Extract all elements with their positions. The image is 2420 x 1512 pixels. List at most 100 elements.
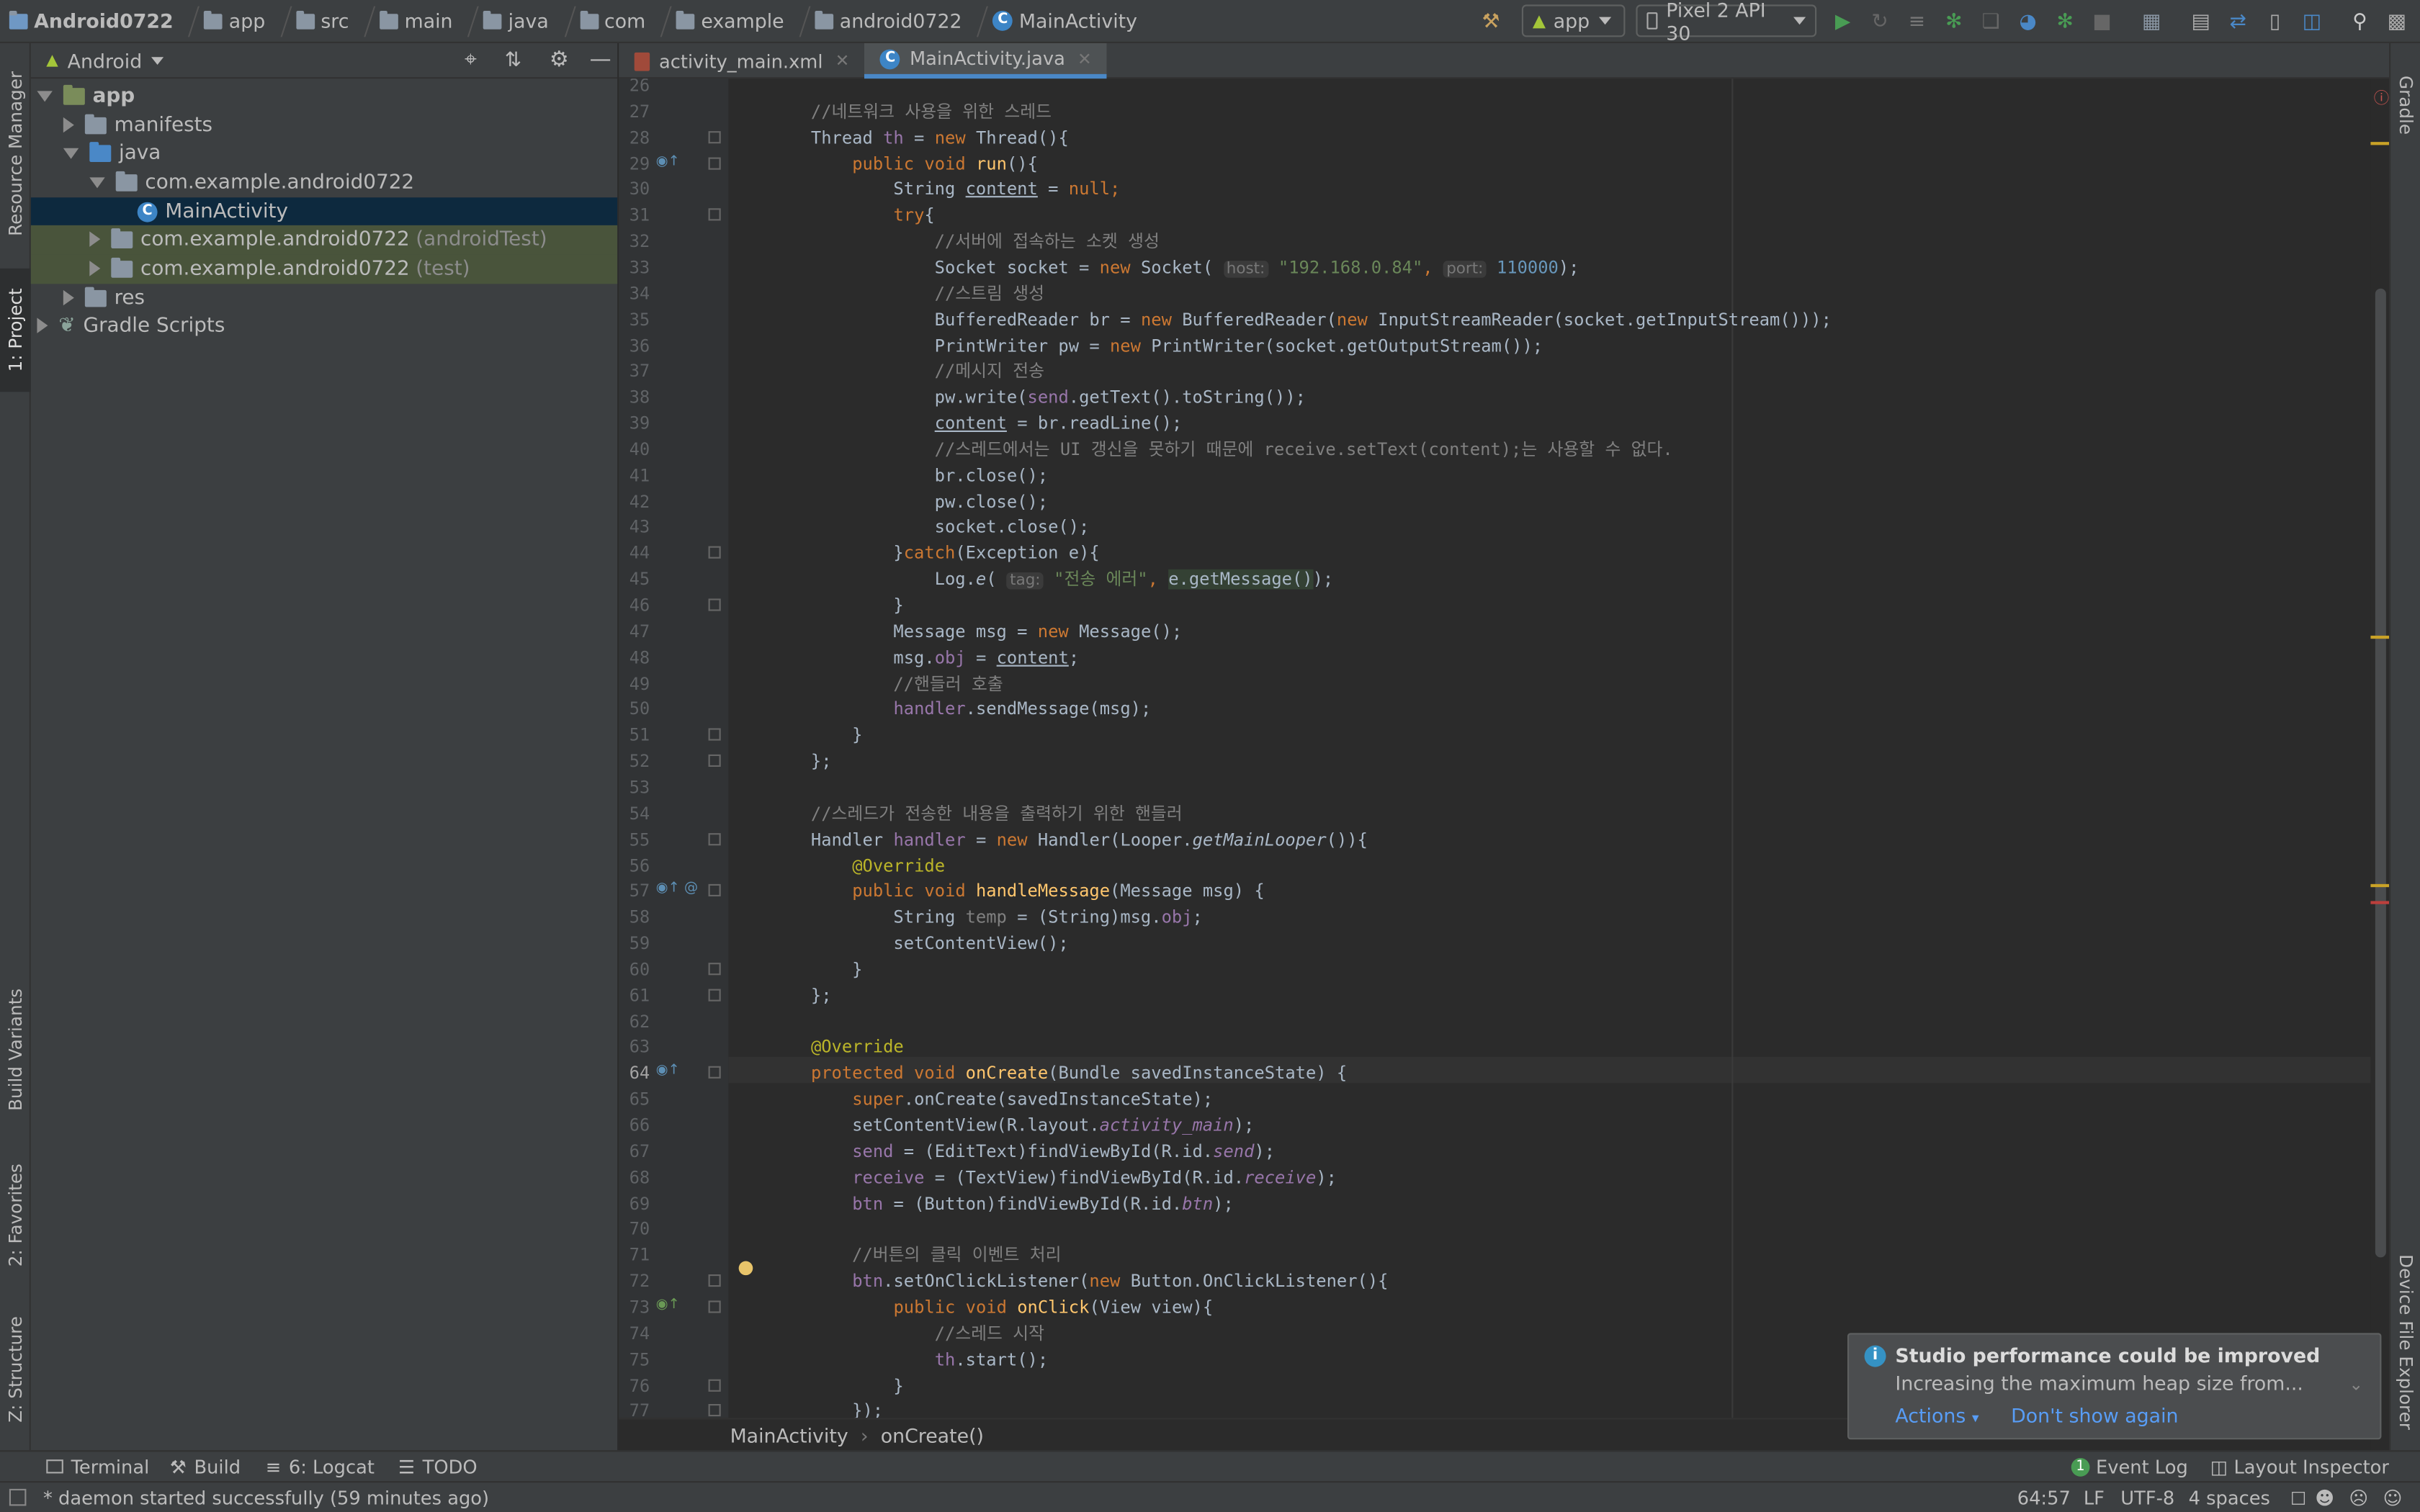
line-number[interactable]: 35 <box>619 307 650 333</box>
line-number[interactable]: 34 <box>619 281 650 307</box>
line-number[interactable]: 65 <box>619 1086 650 1112</box>
fold-marker-icon[interactable] <box>708 989 721 1002</box>
tree-item[interactable]: com.example.android0722 (androidTest) <box>30 225 618 254</box>
stop-icon[interactable]: ■ <box>2089 9 2114 34</box>
line-number[interactable]: 69 <box>619 1190 650 1216</box>
search-icon[interactable]: ⚲ <box>2347 9 2372 34</box>
run-icon[interactable]: ▶ <box>1830 9 1855 34</box>
line-number[interactable]: 73 <box>619 1295 650 1320</box>
line-number[interactable]: 50 <box>619 696 650 722</box>
expand-right-icon[interactable] <box>63 290 74 307</box>
line-number[interactable]: 47 <box>619 618 650 644</box>
breadcrumb-item[interactable]: android0722 <box>806 0 989 42</box>
settings-sync-icon[interactable]: ▩ <box>2385 9 2409 34</box>
apply-changes-icon[interactable]: ≡ <box>1904 9 1929 34</box>
profile-icon[interactable]: ◕ <box>2016 9 2040 34</box>
breadcrumb-item[interactable]: java <box>475 0 575 42</box>
fold-marker-icon[interactable] <box>708 832 721 845</box>
line-number[interactable]: 33 <box>619 254 650 280</box>
fold-marker-icon[interactable] <box>708 156 721 169</box>
breadcrumb-item[interactable]: com <box>570 0 673 42</box>
line-number[interactable]: 49 <box>619 670 650 696</box>
lock-icon[interactable]: □ <box>2290 1488 2306 1508</box>
expand-down-icon[interactable] <box>89 177 105 189</box>
feedback-icon[interactable]: ☹ <box>2349 1487 2368 1508</box>
project-structure-icon[interactable]: ▦ <box>2139 9 2164 34</box>
breadcrumb-method[interactable]: onCreate() <box>881 1423 984 1446</box>
rerun-icon[interactable]: ↻ <box>1868 9 1892 34</box>
line-number[interactable]: 45 <box>619 567 650 593</box>
expand-right-icon[interactable] <box>89 261 101 277</box>
line-number[interactable]: 44 <box>619 541 650 567</box>
line-number[interactable]: 32 <box>619 228 650 254</box>
tree-item[interactable]: ❦ Gradle Scripts <box>31 312 617 341</box>
gear-icon[interactable]: ⚙ <box>550 48 569 72</box>
line-number[interactable]: 38 <box>619 384 650 410</box>
debug-attach-icon[interactable]: ✻ <box>2053 9 2077 34</box>
fold-marker-icon[interactable] <box>708 1378 721 1391</box>
tool-build[interactable]: ⚒ Build <box>170 1456 241 1477</box>
line-number[interactable]: 61 <box>619 982 650 1008</box>
memory-icon[interactable]: ☺ <box>2383 1487 2403 1508</box>
line-number[interactable]: 62 <box>619 1009 650 1035</box>
line-number[interactable]: 70 <box>619 1216 650 1242</box>
tab-resource-manager[interactable]: Resource Manager <box>0 55 31 253</box>
editor-scrollbar[interactable]: ⓘ <box>2370 78 2390 1418</box>
fold-marker-icon[interactable] <box>708 598 721 611</box>
line-number[interactable]: 66 <box>619 1112 650 1138</box>
fold-marker-icon[interactable] <box>708 728 721 742</box>
line-number[interactable]: 72 <box>619 1269 650 1295</box>
tab-activity-main-xml[interactable]: activity_main.xml ✕ <box>619 43 865 78</box>
line-number[interactable]: 36 <box>619 333 650 359</box>
override-marker-icon[interactable]: ◉↑ <box>656 1297 680 1313</box>
line-number[interactable]: 74 <box>619 1320 650 1346</box>
breadcrumb-file[interactable]: C MainActivity <box>984 0 1137 42</box>
tree-item[interactable]: manifests <box>31 111 617 140</box>
device-selector[interactable]: Pixel 2 API 30 <box>1636 0 1817 44</box>
line-number[interactable]: 53 <box>619 775 650 801</box>
line-number[interactable]: 54 <box>619 801 650 827</box>
project-view-selector[interactable]: Android <box>68 49 143 72</box>
fold-marker-icon[interactable] <box>708 1274 721 1287</box>
line-number[interactable]: 60 <box>619 956 650 982</box>
override-marker-icon[interactable]: ◉↑ @ <box>656 881 698 896</box>
debug-icon[interactable]: ✻ <box>1942 9 1966 34</box>
line-number[interactable]: 59 <box>619 930 650 956</box>
line-number[interactable]: 26 <box>619 78 650 99</box>
editor-gutter[interactable]: 26 27 28 29 30 31 32 33 34 35 36 37 38 39 40 41 42 43 44 45… <box>619 78 729 1418</box>
tree-item[interactable]: res <box>31 284 617 312</box>
avd-manager-icon[interactable]: ⇄ <box>2226 9 2250 34</box>
warning-marker[interactable] <box>2370 142 2390 145</box>
sync-gradle-icon[interactable]: ▤ <box>2189 9 2213 34</box>
close-icon[interactable]: ✕ <box>1077 49 1092 69</box>
expand-right-icon[interactable] <box>37 318 48 334</box>
line-number[interactable]: 68 <box>619 1164 650 1190</box>
layout-inspector-icon[interactable]: ◫ <box>2300 9 2324 34</box>
notification-actions-link[interactable]: Actions ▾ <box>1895 1404 1978 1427</box>
line-number[interactable]: 56 <box>619 852 650 878</box>
line-number[interactable]: 51 <box>619 722 650 748</box>
tool-todo[interactable]: ☰ TODO <box>398 1456 478 1477</box>
hector-icon[interactable]: ☻ <box>2315 1487 2334 1508</box>
line-number[interactable]: 52 <box>619 748 650 774</box>
expand-right-icon[interactable] <box>63 117 74 134</box>
line-number[interactable]: 64 <box>619 1061 650 1086</box>
sdk-manager-icon[interactable]: ▯ <box>2262 9 2287 34</box>
tab-favorites[interactable]: 2: Favorites <box>0 1151 31 1281</box>
build-hammer-icon[interactable]: ⚒ <box>1479 9 1503 34</box>
intention-bulb-icon[interactable]: ● <box>738 1256 753 1277</box>
tree-item[interactable]: C MainActivity <box>30 197 618 227</box>
line-number[interactable]: 42 <box>619 488 650 514</box>
breadcrumb-item[interactable]: example <box>667 0 811 42</box>
tree-item[interactable]: com.example.android0722 (test) <box>30 254 618 284</box>
tab-build-variants[interactable]: Build Variants <box>0 975 31 1123</box>
locate-icon[interactable]: ⌖ <box>465 48 477 72</box>
file-encoding[interactable]: UTF-8 <box>2120 1487 2174 1508</box>
fold-marker-icon[interactable] <box>708 546 721 559</box>
line-number[interactable]: 63 <box>619 1035 650 1061</box>
line-number[interactable]: 77 <box>619 1398 650 1418</box>
line-number[interactable]: 31 <box>619 202 650 228</box>
tree-item[interactable]: app <box>31 82 617 111</box>
fold-marker-icon[interactable] <box>708 962 721 976</box>
attach-debugger-icon[interactable]: ❏ <box>1978 9 2003 34</box>
